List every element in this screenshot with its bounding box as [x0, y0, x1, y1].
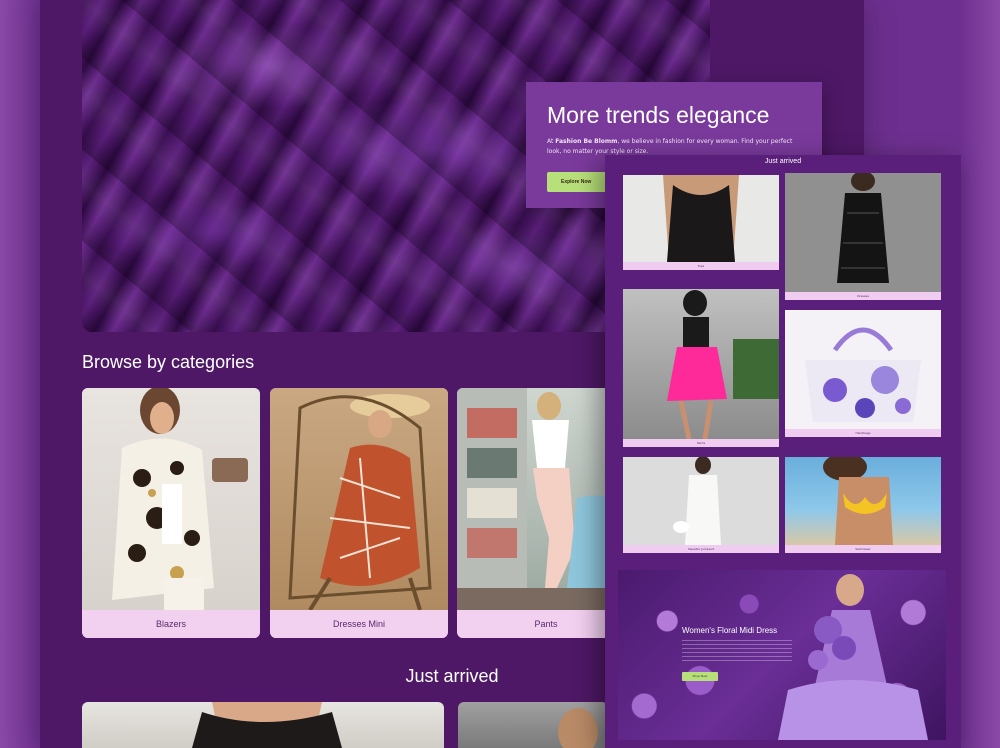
model-figure: [558, 708, 598, 748]
product-label: Tops: [623, 262, 779, 270]
product-card-handbags[interactable]: Handbags: [785, 310, 941, 437]
promo-brand: Fashion Be Blomm: [555, 138, 618, 145]
panel-title: Just arrived: [764, 158, 802, 165]
category-image: [82, 388, 260, 610]
product-card-skirts[interactable]: Skirts: [623, 289, 779, 447]
product-label: Handbags: [785, 429, 941, 437]
banner-text: [682, 640, 792, 664]
model-figure: [192, 702, 342, 748]
product-card-swimwear[interactable]: Swimwear: [785, 457, 941, 553]
product-image: [623, 457, 779, 545]
model-figure: [112, 388, 248, 610]
category-image: [270, 388, 448, 612]
product-image: [785, 173, 941, 292]
category-label: Dresses Mini: [270, 610, 448, 638]
product-label: Dresses: [785, 292, 941, 300]
model-figure: [663, 175, 739, 262]
product-image: [623, 289, 779, 440]
product-image: [785, 457, 941, 545]
product-card-tops[interactable]: Tops: [623, 175, 779, 270]
just-arrived-panel: Just arrived Tops Dresses Skirts Handbag…: [605, 155, 961, 748]
promo-title: More trends elegance: [547, 102, 770, 128]
model-figure: [673, 457, 721, 545]
model-figure: [823, 457, 893, 545]
product-label: Skirts: [623, 439, 779, 447]
product-card-preview[interactable]: [82, 702, 444, 748]
product-label: Sweater Jumpsuit: [623, 545, 779, 553]
model-figure: [805, 327, 921, 422]
category-card-blazers[interactable]: Blazers: [82, 388, 260, 638]
product-card-dresses[interactable]: Dresses: [785, 173, 941, 300]
shop-now-button[interactable]: Shop Now: [682, 672, 718, 681]
model-figure: [667, 290, 779, 440]
model-figure: [288, 394, 432, 612]
product-image: [623, 175, 779, 262]
promo-text: At Fashion Be Blomm, we believe in fashi…: [547, 137, 803, 157]
category-card-dresses-mini[interactable]: Dresses Mini: [270, 388, 448, 638]
model-figure: [837, 173, 889, 283]
browse-categories-title: Browse by categories: [82, 352, 255, 372]
product-image: [785, 310, 941, 429]
product-card-preview[interactable]: [458, 702, 608, 748]
banner-title: Women's Floral Midi Dress: [682, 626, 778, 635]
floral-dress-banner[interactable]: Women's Floral Midi Dress Shop Now: [618, 570, 946, 740]
product-label: Swimwear: [785, 545, 941, 553]
product-card-sweater-jumpsuit[interactable]: Sweater Jumpsuit: [623, 457, 779, 553]
category-label: Blazers: [82, 610, 260, 638]
